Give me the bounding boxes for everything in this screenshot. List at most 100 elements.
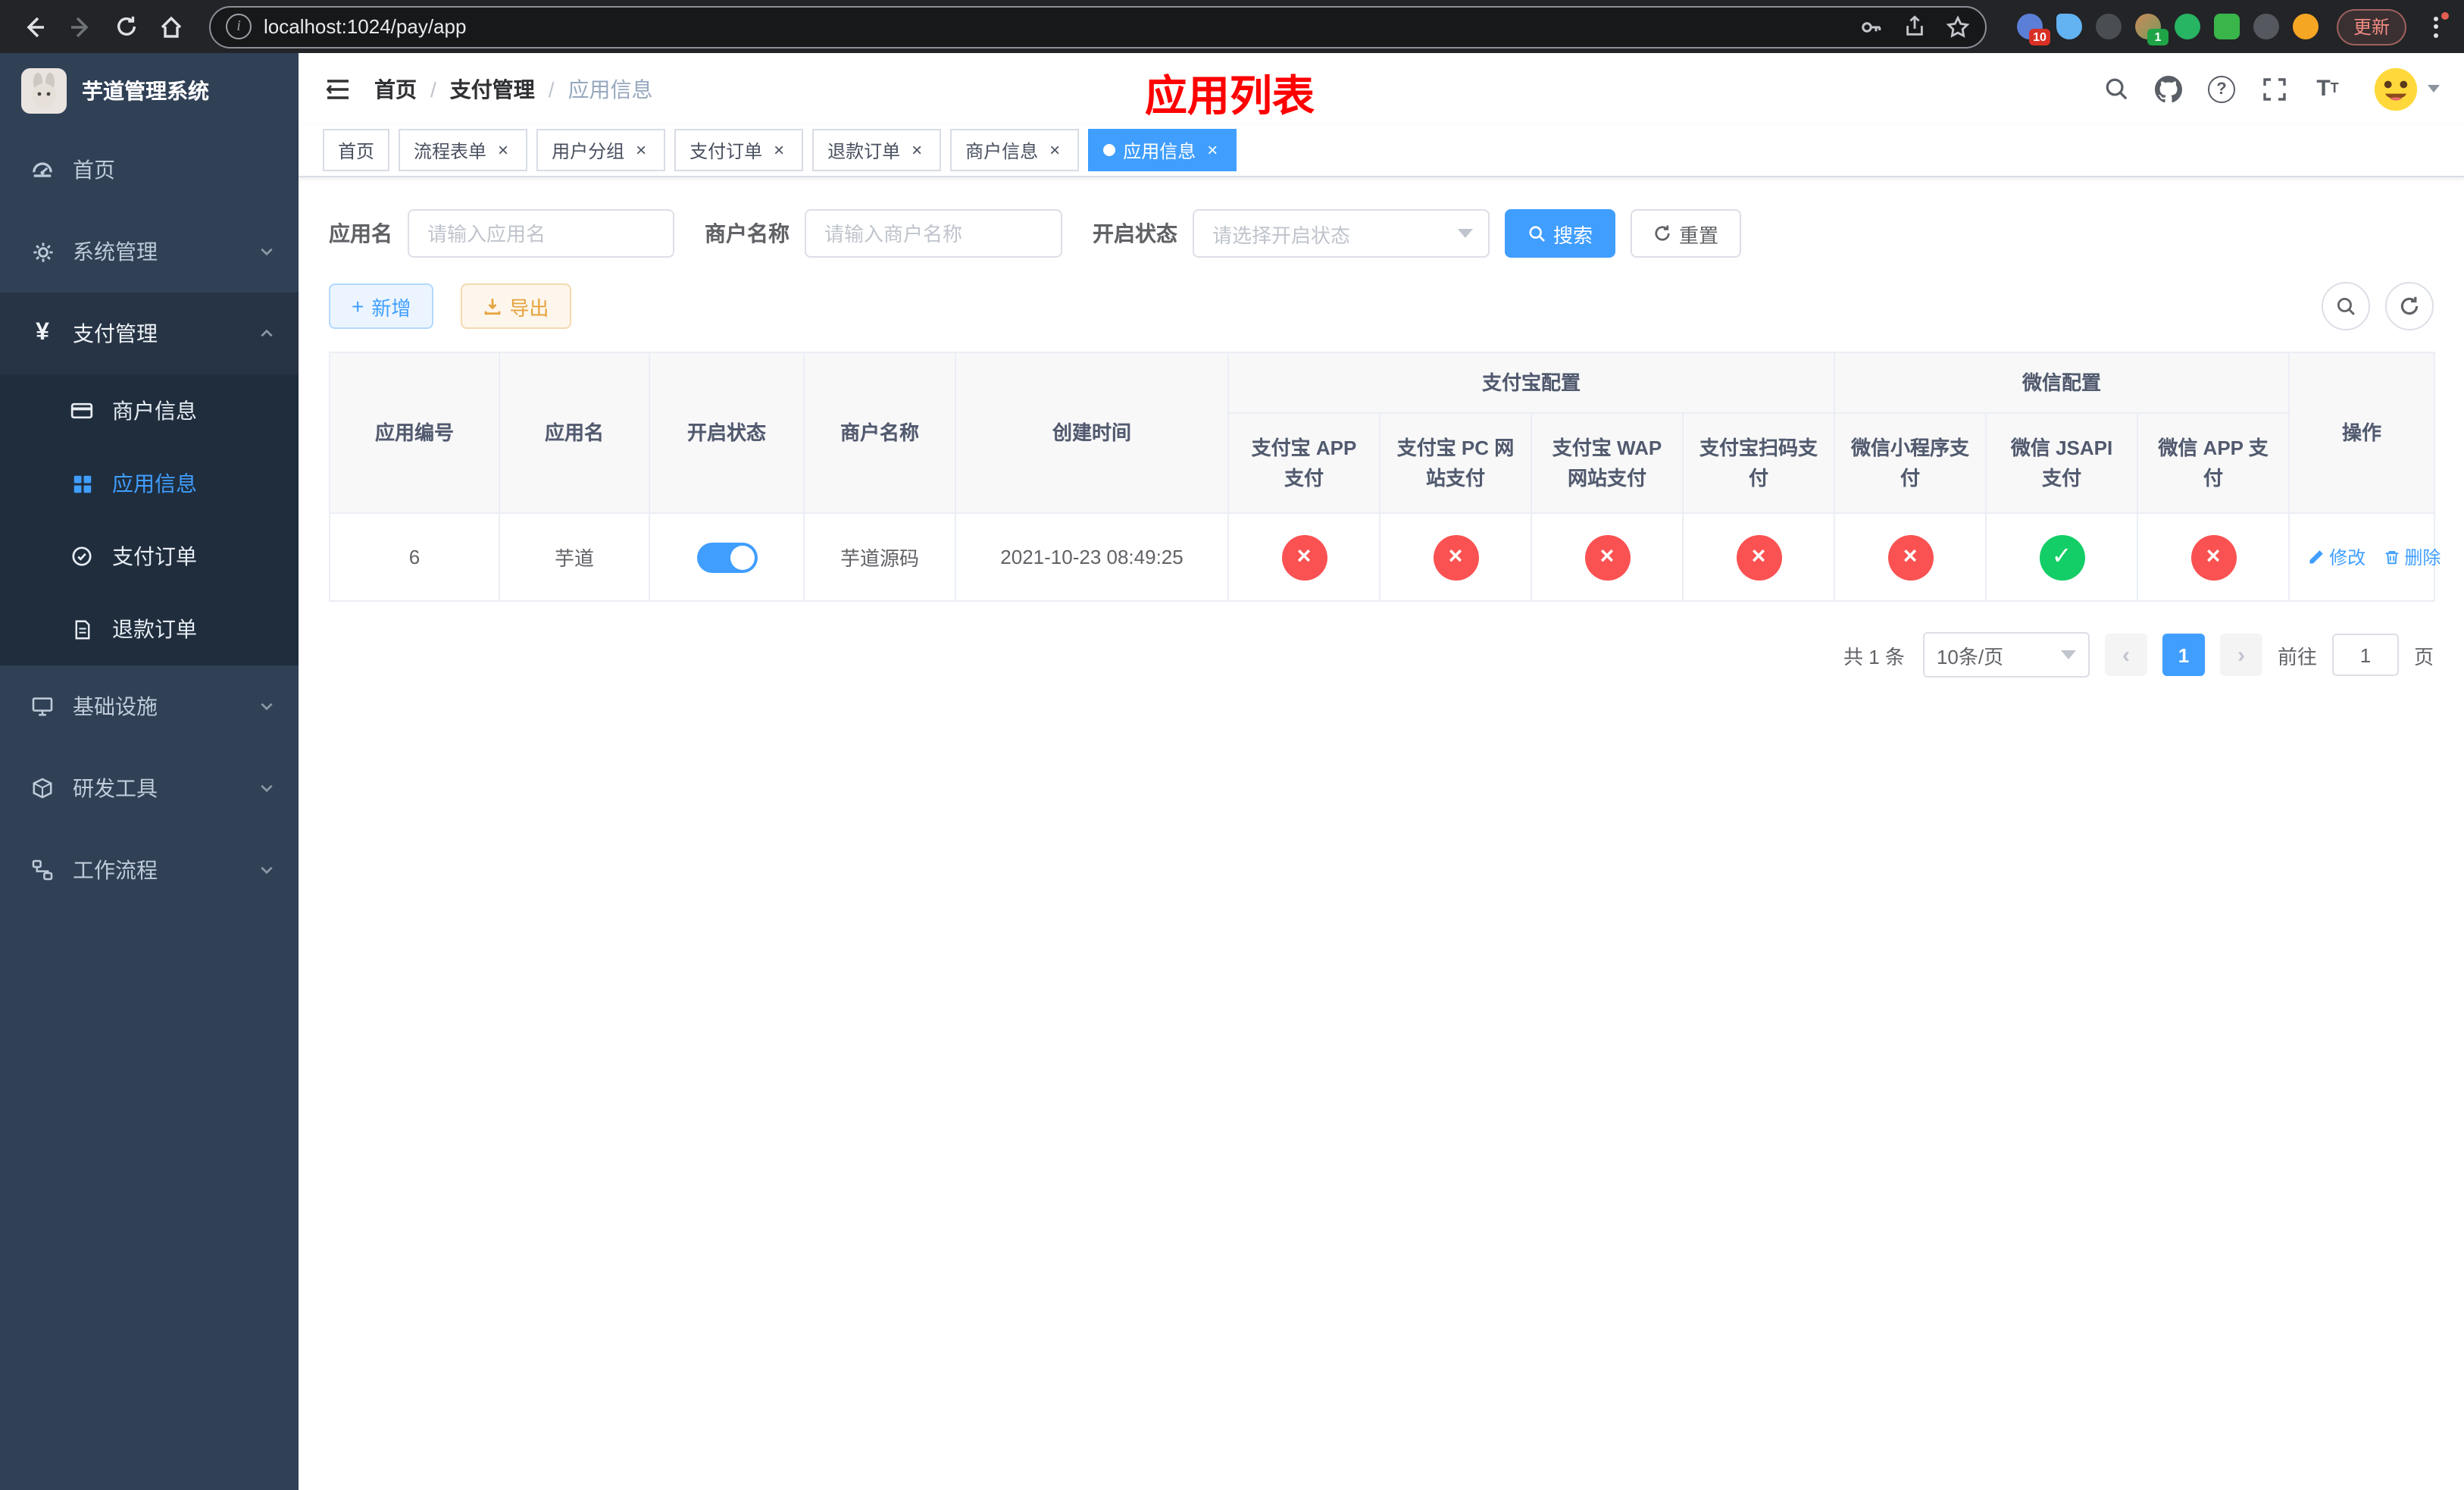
merchant-name-input[interactable] bbox=[805, 209, 1062, 258]
extension-icon-7[interactable] bbox=[2253, 14, 2279, 39]
close-icon[interactable]: × bbox=[1203, 141, 1221, 159]
sidebar-item-label: 应用信息 bbox=[112, 471, 197, 496]
table-toolbar: + 新增 导出 bbox=[299, 258, 2464, 330]
fullscreen-icon[interactable] bbox=[2261, 75, 2288, 102]
tab-label: 支付订单 bbox=[689, 140, 763, 161]
reload-icon[interactable] bbox=[106, 7, 145, 46]
page-number-1[interactable]: 1 bbox=[2162, 634, 2205, 676]
github-icon[interactable] bbox=[2155, 75, 2182, 102]
trash-icon bbox=[2385, 551, 2398, 565]
site-info-icon[interactable]: i bbox=[226, 14, 252, 39]
extensions-area: 10 1 bbox=[2016, 14, 2319, 45]
tab-app-info[interactable]: 应用信息 × bbox=[1088, 129, 1237, 171]
sidebar-item-payment-orders[interactable]: 支付订单 bbox=[0, 520, 299, 593]
close-icon[interactable]: × bbox=[1046, 141, 1064, 159]
extension-badge-green: 1 bbox=[2147, 29, 2169, 45]
download-icon bbox=[485, 299, 501, 315]
close-icon[interactable]: × bbox=[632, 141, 650, 159]
close-icon[interactable]: × bbox=[770, 141, 788, 159]
dashboard-icon bbox=[30, 158, 55, 182]
extension-icon-5[interactable] bbox=[2174, 14, 2200, 39]
browser-toolbar: i localhost:1024/pay/app 10 1 更新 bbox=[0, 0, 2464, 53]
export-button[interactable]: 导出 bbox=[461, 283, 572, 329]
back-icon[interactable] bbox=[15, 7, 55, 46]
profile-avatar-icon[interactable] bbox=[2292, 14, 2319, 39]
extension-icon-2[interactable] bbox=[2056, 14, 2082, 39]
extension-icon-3[interactable] bbox=[2095, 14, 2122, 39]
close-icon[interactable]: × bbox=[494, 141, 512, 159]
status-toggle[interactable] bbox=[696, 542, 757, 572]
col-header-created: 创建时间 bbox=[955, 352, 1229, 514]
page-unit-label: 页 bbox=[2413, 645, 2434, 668]
font-size-icon[interactable]: TT bbox=[2314, 75, 2341, 102]
alipay-pc-status-icon: × bbox=[1433, 534, 1478, 580]
user-avatar[interactable] bbox=[2373, 66, 2440, 111]
sidebar-item-workflow[interactable]: 工作流程 bbox=[0, 829, 299, 911]
app-name-input[interactable] bbox=[408, 209, 674, 258]
pencil-icon bbox=[2309, 550, 2323, 564]
add-button[interactable]: + 新增 bbox=[329, 283, 434, 329]
sidebar-logo[interactable]: 芋道管理系统 bbox=[0, 53, 299, 129]
edit-link[interactable]: 修改 bbox=[2308, 544, 2366, 570]
tab-payment-orders[interactable]: 支付订单 × bbox=[674, 129, 804, 171]
sidebar-item-label: 研发工具 bbox=[73, 776, 158, 800]
tab-user-group[interactable]: 用户分组 × bbox=[536, 129, 666, 171]
chevron-up-icon bbox=[259, 326, 274, 341]
forward-icon[interactable] bbox=[61, 7, 100, 46]
chevron-down-icon bbox=[2428, 85, 2440, 92]
extension-icon-1[interactable]: 10 bbox=[2016, 14, 2050, 45]
col-header-alipay-app: 支付宝 APP 支付 bbox=[1227, 412, 1381, 514]
goto-label: 前往 bbox=[2277, 645, 2317, 668]
bookmark-star-icon[interactable] bbox=[1946, 14, 1970, 39]
alipay-wap-status-icon: × bbox=[1584, 534, 1630, 580]
help-icon[interactable]: ? bbox=[2208, 75, 2235, 102]
extension-icon-4[interactable]: 1 bbox=[2134, 14, 2169, 45]
sidebar-item-merchant-info[interactable]: 商户信息 bbox=[0, 374, 299, 447]
status-label: 开启状态 bbox=[1093, 221, 1177, 246]
tab-refund-orders[interactable]: 退款订单 × bbox=[812, 129, 942, 171]
address-bar[interactable]: i localhost:1024/pay/app bbox=[209, 5, 1987, 48]
search-icon[interactable] bbox=[2102, 75, 2129, 102]
tab-merchant-info[interactable]: 商户信息 × bbox=[950, 129, 1080, 171]
delete-link[interactable]: 删除 bbox=[2383, 544, 2441, 570]
chevron-down-icon bbox=[259, 781, 274, 796]
prev-page-button[interactable]: ‹ bbox=[2104, 634, 2147, 676]
sidebar-item-system[interactable]: 系统管理 bbox=[0, 211, 299, 293]
extension-icon-6[interactable] bbox=[2213, 14, 2240, 39]
toggle-search-icon[interactable] bbox=[2322, 282, 2370, 330]
breadcrumb-home[interactable]: 首页 bbox=[374, 74, 417, 104]
chevron-down-icon bbox=[259, 699, 274, 714]
refresh-table-icon[interactable] bbox=[2385, 282, 2434, 330]
sidebar-item-refund-orders[interactable]: 退款订单 bbox=[0, 593, 299, 665]
delete-label: 删除 bbox=[2404, 547, 2441, 568]
sidebar-item-infrastructure[interactable]: 基础设施 bbox=[0, 665, 299, 747]
tab-home[interactable]: 首页 bbox=[323, 129, 390, 171]
sidebar-item-app-info[interactable]: 应用信息 bbox=[0, 447, 299, 520]
page-size-value: 10条/页 bbox=[1936, 645, 2004, 668]
browser-menu-icon[interactable] bbox=[2422, 10, 2449, 43]
breadcrumb-payment[interactable]: 支付管理 bbox=[450, 74, 535, 104]
url-text[interactable]: localhost:1024/pay/app bbox=[264, 15, 1847, 38]
next-page-button[interactable]: › bbox=[2219, 634, 2262, 676]
status-select[interactable]: 请选择开启状态 bbox=[1193, 209, 1490, 258]
sidebar-item-payment[interactable]: ¥ 支付管理 bbox=[0, 293, 299, 374]
goto-page-input[interactable] bbox=[2331, 634, 2399, 676]
tab-process-form[interactable]: 流程表单 × bbox=[399, 129, 528, 171]
status-select-placeholder: 请选择开启状态 bbox=[1212, 224, 1351, 246]
col-header-wx-app: 微信 APP 支付 bbox=[2137, 412, 2290, 514]
collapse-menu-icon[interactable] bbox=[323, 74, 353, 104]
password-key-icon[interactable] bbox=[1859, 14, 1884, 39]
close-icon[interactable]: × bbox=[908, 141, 926, 159]
credit-card-icon bbox=[70, 399, 94, 423]
search-button[interactable]: 搜索 bbox=[1505, 209, 1616, 258]
page-size-select[interactable]: 10条/页 bbox=[1922, 632, 2090, 678]
sidebar: 芋道管理系统 首页 系统管理 ¥ 支付管理 商户信息 应用信息 支付订单 退款订… bbox=[0, 53, 299, 1490]
app-name-label: 应用名 bbox=[329, 221, 392, 246]
col-header-alipay-qr: 支付宝扫码支付 bbox=[1681, 412, 1836, 514]
browser-update-button[interactable]: 更新 bbox=[2336, 8, 2406, 45]
share-icon[interactable] bbox=[1903, 15, 1926, 38]
sidebar-item-dev-tools[interactable]: 研发工具 bbox=[0, 747, 299, 829]
sidebar-item-home[interactable]: 首页 bbox=[0, 129, 299, 211]
home-icon[interactable] bbox=[152, 7, 191, 46]
reset-button[interactable]: 重置 bbox=[1631, 209, 1742, 258]
